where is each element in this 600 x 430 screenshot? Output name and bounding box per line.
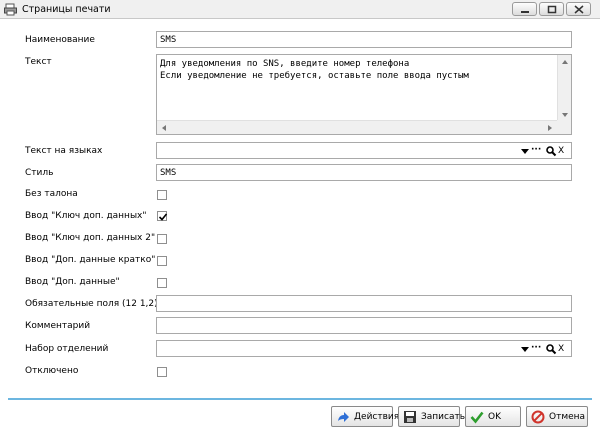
departments-label: Набор отделений [25,344,109,354]
arrow-right-icon [338,412,349,422]
print-pages-icon [4,3,17,16]
clear-button[interactable]: X [558,342,570,356]
checkmark-icon [470,411,484,424]
maximize-icon [547,5,557,14]
title-bar: Страницы печати [0,0,600,19]
save-button-label: Записать [421,412,466,422]
dropdown-arrow-icon[interactable] [519,342,531,356]
name-field[interactable]: SMS [156,31,572,48]
horizontal-scrollbar[interactable] [157,120,557,134]
ellipsis-button[interactable]: ··· [531,342,543,356]
comment-label: Комментарий [25,321,91,331]
text-languages-combo[interactable]: ··· X [156,142,572,159]
ok-button-label: OK [488,412,501,422]
checkmark-icon [158,213,168,221]
close-button[interactable] [566,2,591,16]
key-extra-checkbox[interactable] [157,211,168,221]
text-line-2: Если уведомление не требуется, оставьте … [160,71,469,81]
search-icon[interactable] [545,144,557,158]
close-icon [574,5,584,14]
extra-short-label: Ввод "Доп. данные кратко" [25,255,156,265]
scroll-corner [557,120,571,134]
text-languages-tools: ··· X [519,144,569,158]
extra-data-checkbox[interactable] [157,278,167,288]
no-ticket-label: Без талона [25,189,78,199]
name-label: Наименование [25,35,95,45]
minimize-icon [521,11,529,13]
floppy-disk-icon [404,411,416,423]
dropdown-arrow-icon[interactable] [519,144,531,158]
key-extra2-checkbox[interactable] [157,234,167,244]
text-memo[interactable]: Для уведомления по SNS, введите номер те… [156,54,572,135]
departments-tools: ··· X [519,342,569,356]
maximize-button[interactable] [539,2,564,16]
search-icon[interactable] [545,342,557,356]
disabled-checkbox[interactable] [157,367,167,377]
actions-button[interactable]: Действия [331,406,399,427]
style-value: SMS [160,168,177,178]
scroll-up-icon[interactable] [558,55,572,69]
key-extra2-label: Ввод "Ключ доп. данных 2" [25,233,156,243]
disabled-label: Отключено [25,366,79,376]
window-title: Страницы печати [22,4,111,15]
key-extra-label: Ввод "Ключ доп. данных" [25,211,147,221]
text-line-1: Для уведомления по SNS, введите номер те… [160,59,410,69]
minimize-button[interactable] [512,2,537,16]
text-memo-content: Для уведомления по SNS, введите номер те… [160,58,469,82]
footer-separator [8,398,592,400]
no-ticket-checkbox[interactable] [157,190,167,200]
extra-data-label: Ввод "Доп. данные" [25,277,120,287]
text-label: Текст [25,57,52,67]
scroll-left-icon[interactable] [157,121,171,135]
ellipsis-button[interactable]: ··· [531,144,543,158]
save-button[interactable]: Записать [398,406,465,427]
vertical-scrollbar[interactable] [557,55,571,122]
required-fields-label: Обязательные поля (12 1,2) [25,299,158,309]
text-languages-label: Текст на языках [25,146,103,156]
actions-button-label: Действия [354,412,400,422]
style-field[interactable]: SMS [156,164,572,181]
name-value: SMS [160,35,177,45]
extra-short-checkbox[interactable] [157,256,167,266]
clear-button[interactable]: X [558,144,570,158]
departments-combo[interactable]: ··· X [156,340,572,357]
comment-field[interactable] [156,317,572,334]
required-fields-field[interactable] [156,295,572,312]
cancel-button[interactable]: Отмена [526,406,588,427]
ok-button[interactable]: OK [465,406,521,427]
cancel-button-label: Отмена [549,412,586,422]
print-pages-window: Страницы печати Наименование SMS Текст Д… [0,0,600,430]
style-label: Стиль [25,168,54,178]
cancel-icon [531,410,545,424]
scroll-right-icon[interactable] [543,121,557,135]
